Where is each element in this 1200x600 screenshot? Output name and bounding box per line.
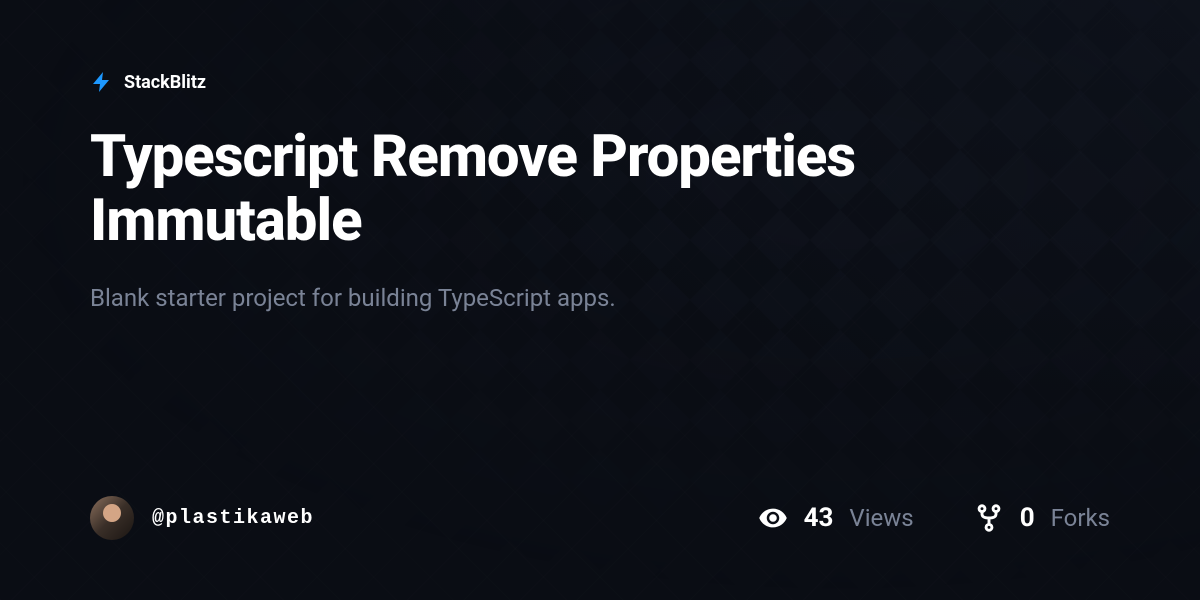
lightning-bolt-icon [90, 70, 114, 94]
brand-name: StackBlitz [124, 72, 206, 93]
footer-bar: @plastikaweb 43 Views [90, 496, 1110, 540]
author-info[interactable]: @plastikaweb [90, 496, 314, 540]
author-username: @plastikaweb [152, 507, 314, 530]
main-container: StackBlitz Typescript Remove Properties … [0, 0, 1200, 600]
project-description: Blank starter project for building TypeS… [90, 282, 1110, 316]
forks-label: Forks [1051, 504, 1110, 532]
brand-header: StackBlitz [90, 70, 1110, 94]
fork-icon [974, 503, 1004, 533]
avatar [90, 496, 134, 540]
eye-icon [758, 503, 788, 533]
stats-group: 43 Views 0 Forks [758, 503, 1110, 533]
project-title: Typescript Remove Properties Immutable [90, 126, 990, 254]
forks-stat: 0 Forks [974, 503, 1110, 533]
views-count: 43 [804, 503, 834, 533]
views-label: Views [849, 504, 913, 532]
views-stat: 43 Views [758, 503, 914, 533]
forks-count: 0 [1020, 503, 1035, 533]
